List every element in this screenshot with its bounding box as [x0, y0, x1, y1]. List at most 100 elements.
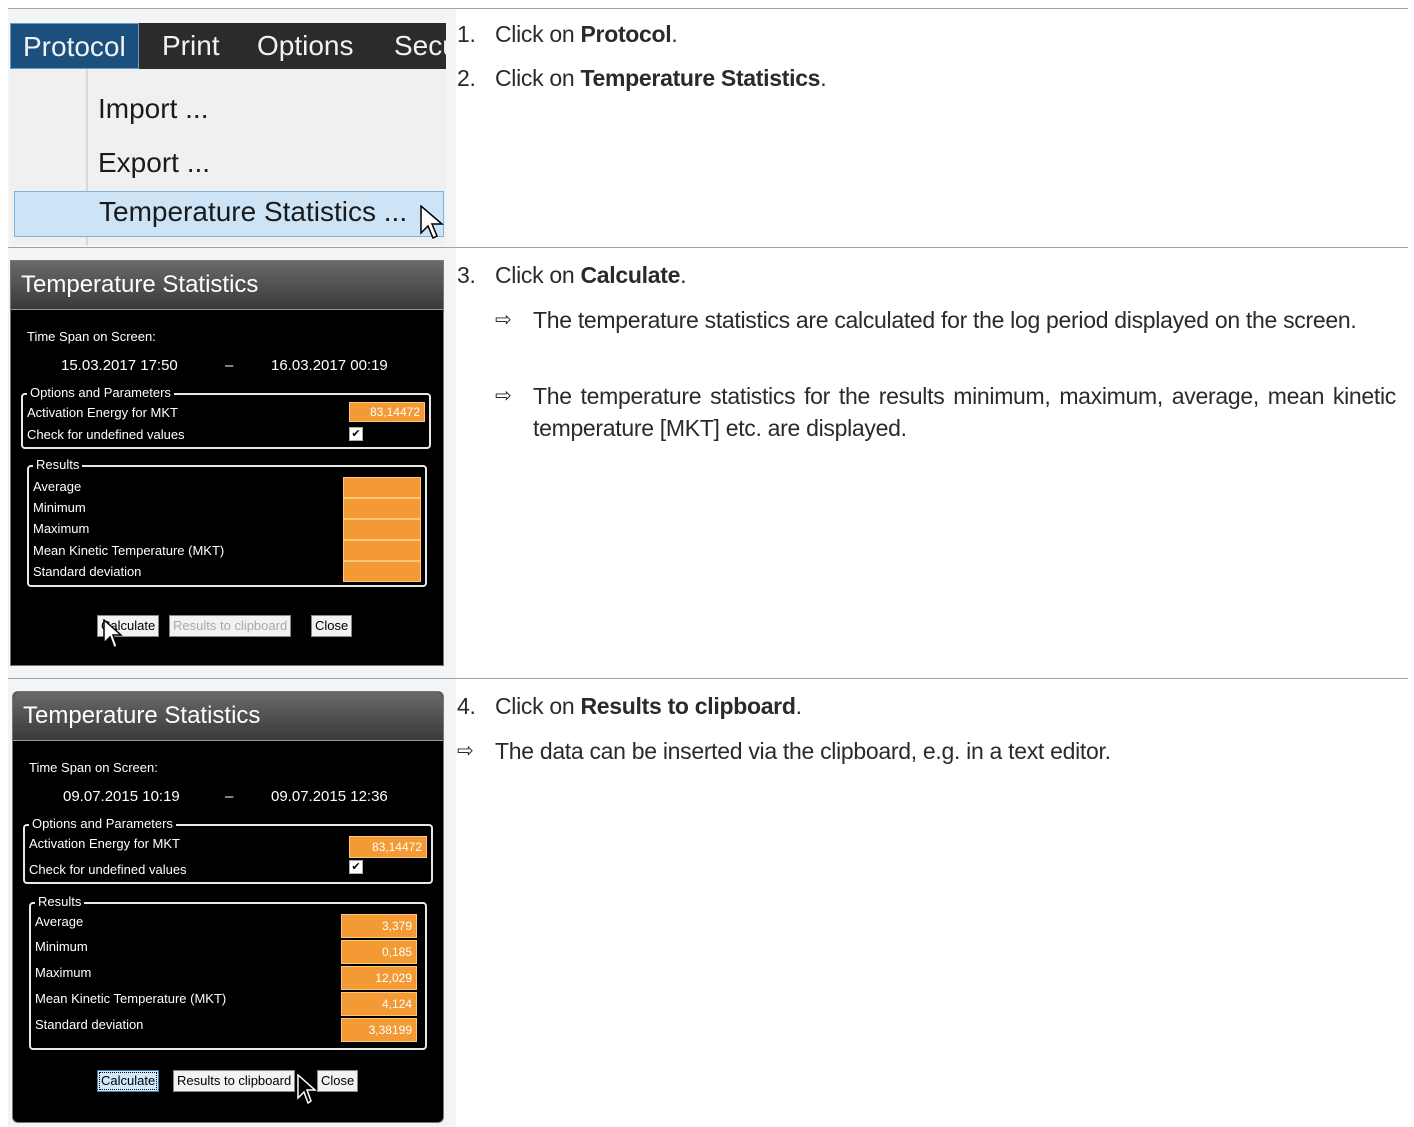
step-4-pre: Click on: [495, 693, 581, 719]
dialog-screenshot-1: Temperature Statistics Time Span on Scre…: [8, 248, 456, 678]
result-value-average: 3,379: [341, 914, 417, 938]
step-2-keyword: Temperature Statistics: [580, 65, 821, 91]
result-value-std-dev: 3,38199: [341, 1018, 417, 1042]
result-label-minimum: Minimum: [35, 939, 88, 954]
step-1-pre: Click on: [495, 21, 581, 47]
time-span-label: Time Span on Screen:: [27, 329, 156, 344]
options-group: Options and Parameters Activation Energy…: [21, 385, 431, 449]
step-3-keyword: Calculate: [580, 262, 681, 288]
dialog-title: Temperature Statistics: [21, 271, 259, 298]
result-3a-text: The temperature statistics are calculate…: [533, 307, 1357, 333]
step-4-post: .: [795, 693, 802, 719]
options-group: Options and Parameters Activation Energy…: [23, 816, 433, 884]
date-from: 09.07.2015 10:19: [63, 788, 180, 805]
result-value-mkt: 4,124: [341, 992, 417, 1016]
activation-energy-input[interactable]: 83,14472: [349, 402, 425, 422]
step-3-pre: Click on: [495, 262, 581, 288]
result-label-average: Average: [33, 479, 82, 494]
step-2-number: 2.: [457, 65, 476, 91]
instruction-row-2: Temperature Statistics Time Span on Scre…: [8, 247, 1408, 678]
menu-bar: Protocol Print Options Secu: [10, 23, 446, 69]
menu-item-import[interactable]: Import ...: [98, 93, 208, 125]
menu-protocol[interactable]: Protocol: [10, 23, 139, 69]
result-label-std-dev: Standard deviation: [33, 564, 142, 579]
result-label-mkt: Mean Kinetic Temperature (MKT): [33, 543, 225, 558]
result-value-std-dev: [343, 561, 421, 582]
close-button[interactable]: Close: [311, 615, 353, 637]
result-value-minimum: [343, 498, 421, 519]
menu-item-temperature-statistics-label: Temperature Statistics ...: [99, 196, 408, 227]
date-to: 16.03.2017 00:19: [271, 357, 388, 374]
step-4-keyword: Results to clipboard: [580, 693, 796, 719]
temperature-statistics-dialog: Temperature Statistics Time Span on Scre…: [12, 691, 444, 1123]
dialog-title-bar: Temperature Statistics: [11, 261, 443, 310]
check-undefined-label: Check for undefined values: [27, 427, 185, 442]
result-value-average: [343, 477, 421, 498]
step-2-pre: Click on: [495, 65, 581, 91]
date-separator: –: [225, 788, 234, 805]
check-undefined-checkbox[interactable]: ✔: [349, 860, 363, 874]
step-1-post: .: [671, 21, 678, 47]
step-4: 4. Click on Results to clipboard.: [457, 693, 802, 720]
results-group: Results Average Minimum Maximum Mean Kin…: [27, 457, 427, 587]
check-undefined-checkbox[interactable]: ✔: [349, 427, 363, 441]
results-to-clipboard-button[interactable]: Results to clipboard: [173, 1070, 296, 1092]
protocol-dropdown: Import ... Export ... Temperature Statis…: [10, 69, 446, 245]
options-group-title: Options and Parameters: [29, 816, 176, 831]
result-label-maximum: Maximum: [33, 521, 90, 536]
close-button[interactable]: Close: [317, 1070, 359, 1092]
result-label-mkt: Mean Kinetic Temperature (MKT): [35, 991, 227, 1006]
date-to: 09.07.2015 12:36: [271, 788, 388, 805]
activation-energy-input[interactable]: 83,14472: [349, 836, 427, 858]
result-value-maximum: [343, 519, 421, 540]
result-arrow-icon: ⇨: [495, 385, 512, 407]
step-1-number: 1.: [457, 21, 476, 47]
step-3: 3. Click on Calculate.: [457, 262, 686, 289]
step-3-number: 3.: [457, 262, 476, 288]
result-4: ⇨ The data can be inserted via the clipb…: [457, 735, 1396, 767]
result-4-text: The data can be inserted via the clipboa…: [495, 738, 1111, 764]
menu-print[interactable]: Print: [150, 23, 232, 69]
result-3a: ⇨ The temperature statistics are calcula…: [495, 304, 1396, 336]
results-to-clipboard-button[interactable]: Results to clipboard: [169, 615, 292, 637]
result-arrow-icon: ⇨: [495, 309, 512, 331]
menu-screenshot: Protocol Print Options Secu Import ... E…: [8, 9, 456, 247]
step-2-post: .: [820, 65, 827, 91]
instruction-row-3: Temperature Statistics Time Span on Scre…: [8, 678, 1408, 1127]
result-label-std-dev: Standard deviation: [35, 1017, 144, 1032]
instruction-row-1: Protocol Print Options Secu Import ... E…: [8, 8, 1408, 247]
options-group-title: Options and Parameters: [27, 385, 174, 400]
step-4-number: 4.: [457, 693, 476, 719]
menu-options[interactable]: Options: [245, 23, 366, 69]
dialog-title: Temperature Statistics: [23, 702, 261, 729]
results-group-title: Results: [35, 894, 85, 909]
date-separator: –: [225, 357, 234, 374]
step-1: 1. Click on Protocol.: [457, 21, 678, 48]
result-value-minimum: 0,185: [341, 940, 417, 964]
time-span-label: Time Span on Screen:: [29, 760, 158, 775]
results-group: Results Average Minimum Maximum Mean Kin…: [29, 894, 427, 1050]
dialog-title-bar: Temperature Statistics: [13, 692, 443, 741]
result-label-minimum: Minimum: [33, 500, 86, 515]
menu-security[interactable]: Secu: [382, 23, 446, 69]
menu-item-export[interactable]: Export ...: [98, 147, 210, 179]
result-3b: ⇨ The temperature statistics for the res…: [495, 380, 1396, 444]
activation-energy-label: Activation Energy for MKT: [27, 405, 178, 420]
temperature-statistics-dialog: Temperature Statistics Time Span on Scre…: [10, 260, 444, 666]
calculate-button[interactable]: Calculate: [97, 1070, 160, 1092]
result-arrow-icon: ⇨: [457, 740, 474, 762]
step-3-post: .: [680, 262, 687, 288]
result-value-mkt: [343, 540, 421, 561]
dialog-screenshot-2: Temperature Statistics Time Span on Scre…: [8, 679, 456, 1127]
menu-item-temperature-statistics[interactable]: Temperature Statistics ...: [14, 191, 444, 237]
result-label-average: Average: [35, 914, 84, 929]
check-undefined-label: Check for undefined values: [29, 862, 187, 877]
result-value-maximum: 12,029: [341, 966, 417, 990]
step-2: 2. Click on Temperature Statistics.: [457, 65, 827, 92]
result-3b-text: The temperature statistics for the resul…: [533, 383, 1396, 441]
results-group-title: Results: [33, 457, 83, 472]
activation-energy-label: Activation Energy for MKT: [29, 836, 180, 851]
step-1-keyword: Protocol: [580, 21, 672, 47]
date-from: 15.03.2017 17:50: [61, 357, 178, 374]
result-label-maximum: Maximum: [35, 965, 92, 980]
